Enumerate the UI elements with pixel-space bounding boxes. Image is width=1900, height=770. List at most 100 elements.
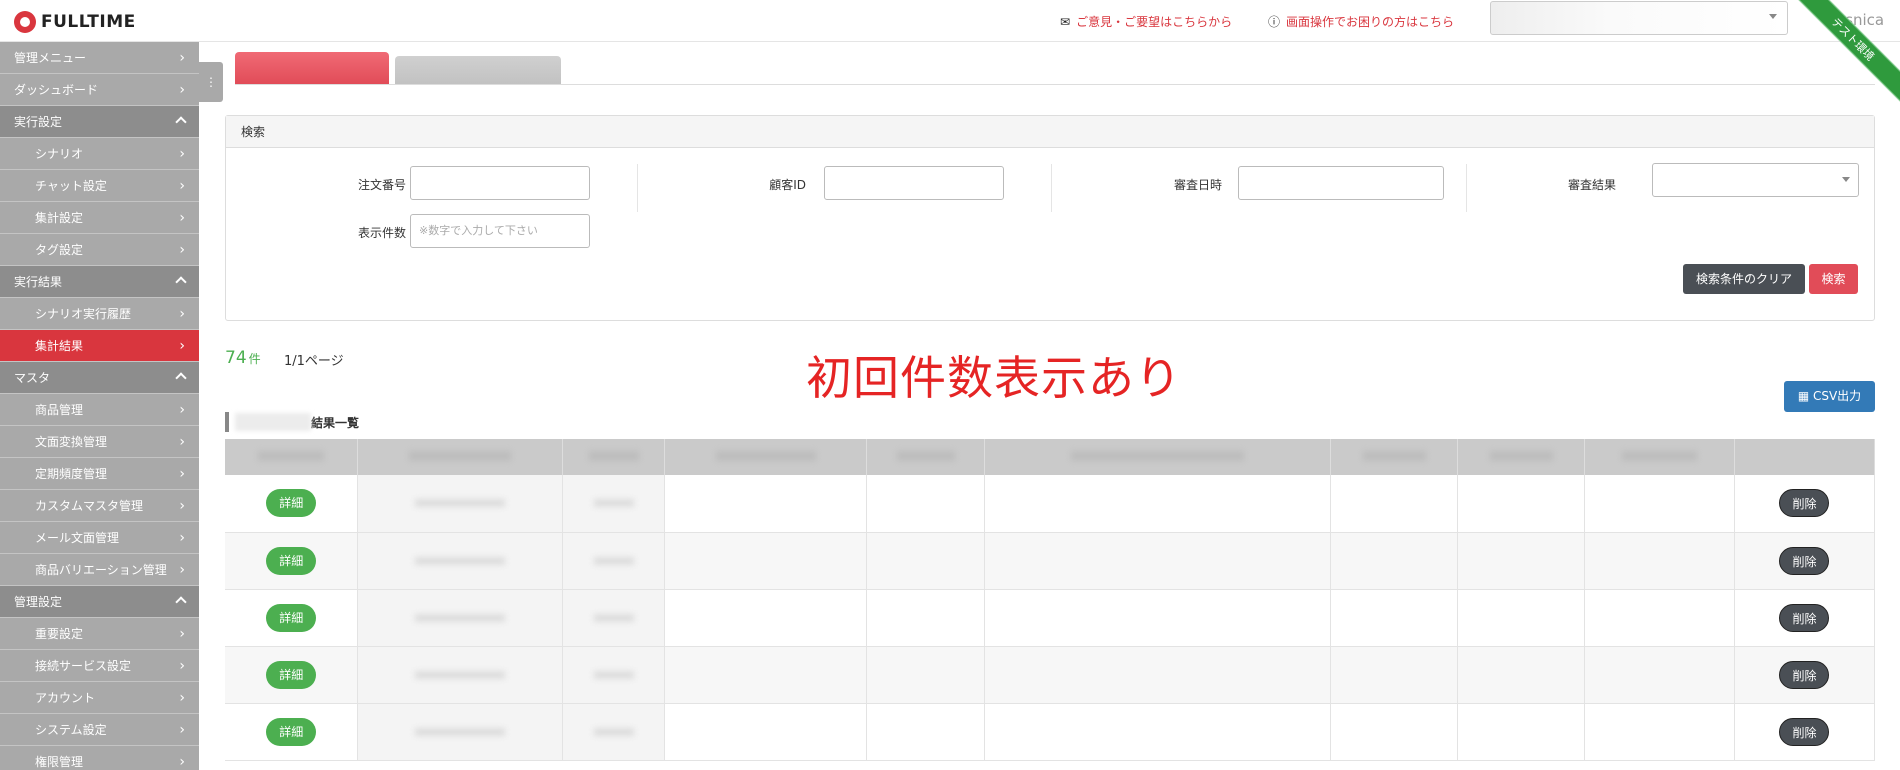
table-cell <box>1584 703 1735 761</box>
table-cell <box>1330 532 1459 590</box>
logo-icon <box>14 11 36 33</box>
sidebar-item[interactable]: 集計設定 › <box>0 202 199 234</box>
tab-inactive[interactable] <box>395 56 561 84</box>
sidebar-item[interactable]: アカウント › <box>0 682 199 714</box>
sidebar-item[interactable]: 管理メニュー › <box>0 42 199 74</box>
column-header <box>225 439 359 475</box>
table-cell: 削除 <box>1734 532 1876 590</box>
divider <box>1466 164 1467 212</box>
sidebar-item[interactable]: ダッシュボード › <box>0 74 199 106</box>
feedback-link[interactable]: ✉ ご意見・ご要望はこちらから <box>1060 13 1232 30</box>
sidebar-item[interactable]: チャット設定 › <box>0 170 199 202</box>
delete-button[interactable]: 削除 <box>1779 546 1830 575</box>
sidebar-item[interactable]: 文面変換管理 › <box>0 426 199 458</box>
sidebar-item-label: 実行結果 <box>14 275 63 289</box>
review-result-label: 審査結果 <box>1567 178 1616 192</box>
sidebar-item[interactable]: 商品バリエーション管理 › <box>0 554 199 586</box>
chevron-right-icon: › <box>179 306 185 322</box>
page-info: 1/1ページ <box>284 350 344 369</box>
chevron-right-icon: › <box>179 50 185 66</box>
review-result-select[interactable] <box>1652 163 1859 197</box>
feedback-link-label: ご意見・ご要望はこちらから <box>1076 15 1233 29</box>
detail-button[interactable]: 詳細 <box>266 546 317 575</box>
customer-id-label: 顧客ID <box>769 178 806 192</box>
table-cell <box>984 589 1332 647</box>
table-cell <box>1330 475 1459 533</box>
sidebar-item-label: 実行設定 <box>14 115 63 129</box>
table-cell <box>664 532 868 590</box>
csv-export-button[interactable]: ▦ CSV出力 <box>1784 381 1875 412</box>
redacted-text <box>593 556 634 565</box>
delete-button[interactable]: 削除 <box>1779 603 1830 632</box>
sidebar-item[interactable]: 定期頻度管理 › <box>0 458 199 490</box>
sidebar-section-header[interactable]: 管理設定 <box>0 586 199 618</box>
chevron-up-icon <box>175 276 187 288</box>
sidebar-item-label: マスタ <box>14 371 51 385</box>
chevron-right-icon: › <box>179 722 185 738</box>
review-date-input[interactable] <box>1238 166 1444 200</box>
table-cell <box>1457 475 1586 533</box>
redacted-text <box>415 670 506 679</box>
logo[interactable]: FULLTIME <box>14 11 136 33</box>
search-panel: 検索 注文番号 顧客ID 審査日時 審査結果 表示件数 ※数字で入力して下さい … <box>225 115 1875 321</box>
table-cell <box>357 703 564 761</box>
table-row: 詳細 削除 <box>225 589 1876 647</box>
table-cell: 削除 <box>1734 646 1876 704</box>
search-button[interactable]: 検索 <box>1809 264 1858 294</box>
sidebar-item[interactable]: 集計結果 › <box>0 330 199 362</box>
sidebar-item[interactable]: シナリオ › <box>0 138 199 170</box>
chevron-right-icon: › <box>179 754 185 770</box>
display-count-input[interactable]: ※数字で入力して下さい <box>410 214 590 248</box>
table-cell <box>984 532 1332 590</box>
sidebar-section-header[interactable]: 実行設定 <box>0 106 199 138</box>
table-cell <box>1330 646 1459 704</box>
clear-search-button[interactable]: 検索条件のクリア <box>1683 264 1805 294</box>
list-title-label: 結果一覧 <box>311 415 360 430</box>
delete-button[interactable]: 削除 <box>1779 660 1830 689</box>
sidebar-toggle-button[interactable]: ⋮ <box>199 62 223 102</box>
chevron-right-icon: › <box>179 626 185 642</box>
detail-button[interactable]: 詳細 <box>266 603 317 632</box>
sidebar-item[interactable]: 商品管理 › <box>0 394 199 426</box>
chevron-up-icon <box>175 372 187 384</box>
sidebar-item-label: 商品バリエーション管理 <box>35 563 167 577</box>
table-cell <box>664 589 868 647</box>
table-cell <box>357 589 564 647</box>
table-cell <box>1457 646 1586 704</box>
table-cell <box>866 703 986 761</box>
sidebar-item-label: 重要設定 <box>35 627 84 641</box>
table-cell <box>664 646 868 704</box>
sidebar-item[interactable]: 重要設定 › <box>0 618 199 650</box>
sidebar-section-header[interactable]: 実行結果 <box>0 266 199 298</box>
help-link-label: 画面操作でお困りの方はこちら <box>1286 15 1455 29</box>
tab-active[interactable] <box>235 52 389 84</box>
table-cell: 詳細 <box>225 475 359 533</box>
sidebar-item[interactable]: カスタムマスタ管理 › <box>0 490 199 522</box>
help-link[interactable]: ⓘ 画面操作でお困りの方はこちら <box>1268 13 1454 30</box>
table-cell <box>1584 532 1735 590</box>
delete-button[interactable]: 削除 <box>1779 717 1830 746</box>
redacted-text <box>415 613 506 622</box>
page-suffix: /1ページ <box>292 354 344 369</box>
sidebar-item[interactable]: シナリオ実行履歴 › <box>0 298 199 330</box>
delete-button[interactable]: 削除 <box>1779 489 1830 518</box>
customer-id-input[interactable] <box>824 166 1004 200</box>
sidebar-item-label: 権限管理 <box>35 755 84 769</box>
sidebar-item[interactable]: メール文面管理 › <box>0 522 199 554</box>
sidebar-item[interactable]: システム設定 › <box>0 714 199 746</box>
table-cell: 詳細 <box>225 646 359 704</box>
sidebar-section-header[interactable]: マスタ <box>0 362 199 394</box>
table-row: 詳細 削除 <box>225 703 1876 761</box>
sidebar-item[interactable]: タグ設定 › <box>0 234 199 266</box>
result-count-unit: 件 <box>248 352 261 366</box>
sidebar-item-label: 集計設定 <box>35 211 84 225</box>
order-no-input[interactable] <box>410 166 590 200</box>
detail-button[interactable]: 詳細 <box>266 717 317 746</box>
detail-button[interactable]: 詳細 <box>266 489 317 518</box>
chevron-right-icon: › <box>179 338 185 354</box>
column-header <box>664 439 868 475</box>
account-select[interactable] <box>1490 1 1788 35</box>
sidebar-item[interactable]: 接続サービス設定 › <box>0 650 199 682</box>
sidebar-item[interactable]: 権限管理 › <box>0 746 199 770</box>
detail-button[interactable]: 詳細 <box>266 660 317 689</box>
